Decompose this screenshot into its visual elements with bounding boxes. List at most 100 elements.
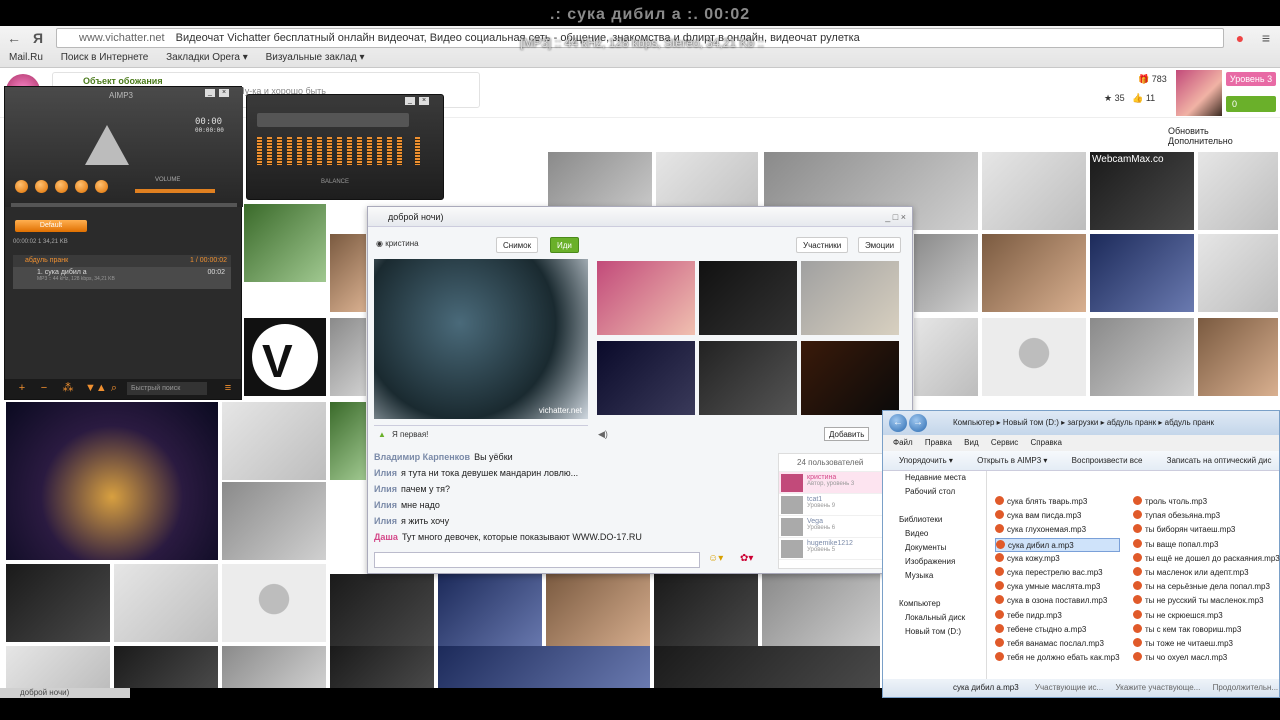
playlist-tab-default[interactable]: Default xyxy=(15,220,87,232)
file-item[interactable]: тебене стыдно а.mp3 xyxy=(995,623,1120,637)
file-item[interactable]: тебе пидр.mp3 xyxy=(995,609,1120,623)
message-author[interactable]: Илия xyxy=(374,468,397,478)
user-photo[interactable] xyxy=(1198,318,1278,396)
seek-bar[interactable] xyxy=(11,203,237,207)
eq-band-slider[interactable] xyxy=(307,137,312,165)
remove-icon[interactable]: − xyxy=(37,382,51,395)
pause-icon[interactable] xyxy=(55,180,68,193)
user-photo[interactable] xyxy=(6,646,110,688)
taskbar-item[interactable]: доброй ночи) xyxy=(0,688,130,698)
nav-music[interactable]: Музыка xyxy=(883,569,986,583)
file-item[interactable]: тупая обезьяна.mp3 xyxy=(1133,509,1280,523)
eq-band-slider[interactable] xyxy=(367,137,372,165)
file-item[interactable]: ты не скрюешся.mp3 xyxy=(1133,609,1280,623)
user-photo[interactable] xyxy=(330,234,366,312)
user-photo[interactable] xyxy=(914,234,978,312)
refresh-link[interactable]: Обновить xyxy=(1168,126,1209,136)
user-photo[interactable] xyxy=(1090,318,1194,396)
user-photo[interactable] xyxy=(6,564,110,642)
bookmark-visual[interactable]: Визуальные заклад ▾ xyxy=(266,52,365,63)
message-author[interactable]: Владимир Карпенков xyxy=(374,452,470,462)
participants-tab[interactable]: Участники xyxy=(796,237,849,253)
explorer-address-bar[interactable]: ← → Компьютер ▸ Новый том (D:) ▸ загрузк… xyxy=(883,411,1279,435)
next-icon[interactable] xyxy=(95,180,108,193)
open-aimp-button[interactable]: Открыть в AIMP3 ▾ xyxy=(977,456,1047,465)
menu-icon[interactable]: ≡ xyxy=(1256,29,1276,47)
first-button[interactable]: ▲ Я первая! xyxy=(374,425,588,443)
speaker-icon[interactable]: ◀) xyxy=(598,429,608,440)
user-photo[interactable] xyxy=(1090,234,1194,312)
eq-band-slider[interactable] xyxy=(397,137,402,165)
user-photo[interactable] xyxy=(330,402,366,480)
nav-local-disk[interactable]: Локальный диск xyxy=(883,611,986,625)
back-icon[interactable]: ← xyxy=(4,29,24,47)
user-photo[interactable] xyxy=(114,564,218,642)
menu-edit[interactable]: Правка xyxy=(925,438,952,447)
webcam-thumb[interactable] xyxy=(801,261,899,335)
volume-slider[interactable] xyxy=(135,189,215,193)
user-photo[interactable] xyxy=(114,646,218,688)
user-photo[interactable] xyxy=(330,574,434,652)
quick-search-input[interactable]: Быстрый поиск xyxy=(127,382,207,395)
menu-view[interactable]: Вид xyxy=(964,438,978,447)
user-photo[interactable]: WebcamMax.co xyxy=(1090,152,1194,230)
file-item-selected[interactable]: сука дибил а.mp3 xyxy=(995,537,1120,552)
window-controls-icon[interactable]: _ □ × xyxy=(885,207,906,227)
user-photo[interactable] xyxy=(330,318,366,396)
status-field[interactable]: Продолжительн... xyxy=(1213,683,1279,692)
file-item[interactable]: ты чо охуел масл.mp3 xyxy=(1133,651,1280,665)
eq-band-slider[interactable] xyxy=(387,137,392,165)
nav-video[interactable]: Видео xyxy=(883,527,986,541)
yandex-icon[interactable]: Я xyxy=(28,29,48,47)
user-photo[interactable] xyxy=(1198,152,1278,230)
webcam-thumb[interactable] xyxy=(597,341,695,415)
file-item[interactable]: ты с кем так говориш.mp3 xyxy=(1133,623,1280,637)
user-photo[interactable] xyxy=(6,402,218,560)
eq-minimize-icon[interactable]: _ xyxy=(405,97,415,105)
file-item[interactable]: сука вам писда.mp3 xyxy=(995,509,1120,523)
file-item[interactable]: ты не русский ты масленок.mp3 xyxy=(1133,594,1280,608)
burn-button[interactable]: Записать на оптический дис xyxy=(1167,456,1272,465)
file-item[interactable]: сука кожу.mp3 xyxy=(995,552,1120,566)
file-item[interactable]: ты биборян читаеш.mp3 xyxy=(1133,523,1280,537)
nav-documents[interactable]: Документы xyxy=(883,541,986,555)
file-item[interactable]: ты масленок или адепт.mp3 xyxy=(1133,566,1280,580)
eq-close-icon[interactable]: × xyxy=(419,97,429,105)
user-photo[interactable] xyxy=(222,564,326,642)
user-photo[interactable] xyxy=(914,318,978,396)
sort-icon[interactable]: ⁂ xyxy=(61,382,75,395)
aimp-player[interactable]: AIMP3 _ × 00:00 00:00:00 VOLUME Default … xyxy=(4,86,243,400)
user-photo[interactable]: V xyxy=(244,318,326,396)
eq-band-slider[interactable] xyxy=(337,137,342,165)
user-photo[interactable] xyxy=(654,574,758,652)
eq-band-slider[interactable] xyxy=(317,137,322,165)
file-item[interactable]: троль чтоль.mp3 xyxy=(1133,495,1280,509)
eq-band-slider[interactable] xyxy=(377,137,382,165)
playlist-track[interactable]: 1. сука дибил а MP3 :: 44 kHz, 128 kbps,… xyxy=(13,267,231,289)
user-photo[interactable] xyxy=(654,646,880,688)
chat-message-input[interactable] xyxy=(374,552,700,568)
menu-help[interactable]: Справка xyxy=(1031,438,1062,447)
user-photo[interactable] xyxy=(222,482,326,560)
adblock-icon[interactable]: ● xyxy=(1230,29,1250,47)
nav-recent[interactable]: Недавние места xyxy=(883,471,986,485)
eq-band-slider[interactable] xyxy=(297,137,302,165)
webcam-thumb[interactable] xyxy=(699,341,797,415)
go-button[interactable]: Иди xyxy=(550,237,579,253)
message-author[interactable]: Илия xyxy=(374,484,397,494)
message-author[interactable]: Илия xyxy=(374,500,397,510)
file-item[interactable]: ты ваще попал.mp3 xyxy=(1133,538,1280,552)
nav-libraries[interactable]: Библиотеки xyxy=(883,513,986,527)
webcam-thumb[interactable] xyxy=(699,261,797,335)
file-item[interactable]: ты на серьёзные дела попал.mp3 xyxy=(1133,580,1280,594)
file-item[interactable]: сука умные маслята.mp3 xyxy=(995,580,1120,594)
user-photo[interactable] xyxy=(222,646,326,688)
user-photo[interactable] xyxy=(1198,234,1278,312)
user-photo[interactable] xyxy=(546,574,650,652)
user-photo[interactable] xyxy=(438,646,650,688)
eq-band-slider[interactable] xyxy=(357,137,362,165)
back-icon[interactable]: ← xyxy=(889,414,907,432)
playlist-group[interactable]: абдуль пранк 1 / 00:00:02 xyxy=(13,255,231,267)
bookmark-mailru[interactable]: Mail.Ru xyxy=(9,52,43,63)
message-author[interactable]: Даша xyxy=(374,532,398,542)
